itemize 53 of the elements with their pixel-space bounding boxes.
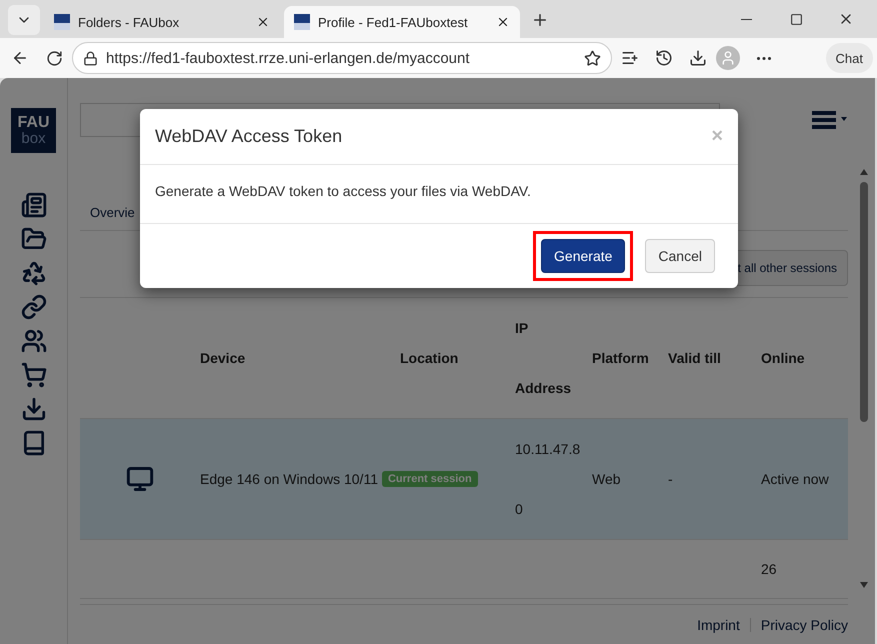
- column-header: Online: [761, 349, 806, 368]
- reload-icon: [46, 50, 62, 66]
- cart-icon[interactable]: [20, 362, 46, 388]
- dialog-title: WebDAV Access Token: [155, 126, 344, 147]
- lock-icon: [83, 50, 98, 66]
- table-cell-text: Web: [592, 470, 622, 489]
- table-cell-text: -: [668, 470, 674, 489]
- plus-icon: [531, 11, 549, 29]
- column-header: IP Address: [515, 319, 572, 398]
- close-icon[interactable]: [256, 15, 270, 29]
- table-cell-text: 26: [761, 560, 778, 579]
- favorite-star-icon[interactable]: [584, 50, 601, 66]
- tab-favicon-icon: [54, 14, 70, 30]
- minimize-icon: [740, 18, 752, 20]
- user-silhouette-icon: [720, 50, 736, 66]
- news-icon[interactable]: [20, 192, 46, 218]
- favorites-list-icon: [621, 49, 639, 67]
- current-session-badge: Current session: [382, 471, 478, 487]
- table-cell-text: Edge 146 on Windows 10/11: [200, 470, 378, 489]
- maximize-icon: [790, 12, 802, 26]
- download-icon: [689, 49, 707, 67]
- dialog-button[interactable]: Generate: [541, 239, 626, 273]
- link-icon[interactable]: [20, 294, 46, 320]
- chat-button[interactable]: Chat: [826, 43, 873, 73]
- table-cell-text: 10.11.47.80: [515, 440, 582, 519]
- dialog-message: Generate a WebDAV token to access your files via WebDAV.: [140, 165, 738, 224]
- scroll-up-arrow-icon[interactable]: [859, 168, 869, 176]
- close-icon[interactable]: [496, 15, 510, 29]
- scrollbar[interactable]: [858, 168, 870, 589]
- column-header: Platform: [592, 349, 650, 368]
- dialog-button[interactable]: Cancel: [645, 239, 715, 273]
- scroll-down-arrow-icon[interactable]: [859, 581, 869, 589]
- browser-tab[interactable]: Profile - Fed1-FAUboxtest: [284, 6, 520, 38]
- app-logo[interactable]: FAU box: [11, 108, 56, 153]
- footer-link[interactable]: Imprint: [697, 616, 740, 632]
- monitor-icon: [126, 465, 154, 493]
- column-header: Location: [400, 349, 460, 368]
- footer-link[interactable]: Privacy Policy: [760, 616, 848, 632]
- users-icon[interactable]: [20, 328, 46, 354]
- column-header: Valid till: [668, 349, 722, 368]
- recycle-icon[interactable]: [20, 260, 46, 286]
- session-row[interactable]: Edge 146 on Windows 10/11 Current session 10.11.47.80 Web - Active now: [80, 419, 848, 540]
- browser-tab[interactable]: Folders - FAUbox: [44, 6, 280, 38]
- download-icon[interactable]: [20, 396, 46, 422]
- table-cell-text: Active now: [761, 470, 830, 489]
- address-bar[interactable]: https://fed1-fauboxtest.rrze.uni-erlangen.de/myaccount: [72, 42, 612, 74]
- column-header: Device: [200, 349, 246, 368]
- more-icon: [757, 56, 771, 60]
- menu-button[interactable]: [812, 110, 848, 130]
- tab-favicon-icon: [294, 14, 310, 30]
- history-icon: [655, 49, 673, 67]
- folder-icon[interactable]: [20, 226, 46, 252]
- session-row[interactable]: 26: [80, 540, 848, 599]
